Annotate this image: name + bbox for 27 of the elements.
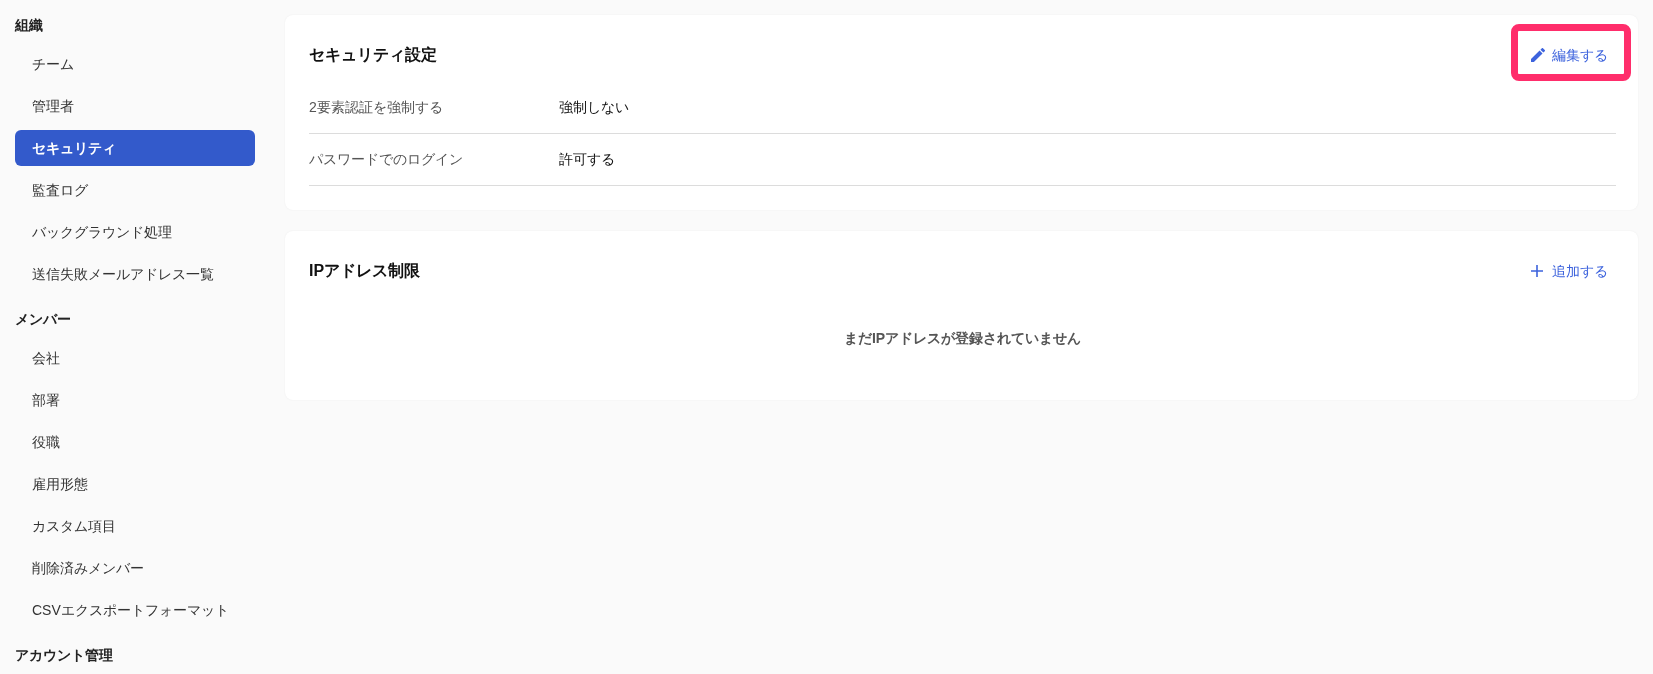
sidebar-item[interactable]: 削除済みメンバー bbox=[15, 550, 255, 586]
card-title: IPアドレス制限 bbox=[309, 261, 421, 281]
edit-button[interactable]: 編集する bbox=[1523, 39, 1616, 71]
sidebar-item[interactable]: CSVエクスポートフォーマット bbox=[15, 592, 255, 628]
sidebar-section-heading: アカウント管理 bbox=[15, 645, 113, 665]
sidebar-item[interactable]: 雇用形態 bbox=[15, 466, 255, 502]
sidebar-item[interactable]: 管理者 bbox=[15, 88, 255, 124]
sidebar-item[interactable]: セキュリティ bbox=[15, 130, 255, 166]
setting-label: 2要素認証を強制する bbox=[309, 98, 444, 117]
sidebar-item[interactable]: 部署 bbox=[15, 382, 255, 418]
card-title: セキュリティ設定 bbox=[309, 45, 437, 65]
sidebar-item[interactable]: カスタム項目 bbox=[15, 508, 255, 544]
setting-value: 許可する bbox=[559, 150, 615, 169]
plus-icon bbox=[1531, 265, 1543, 277]
empty-message: まだIPアドレスが登録されていません bbox=[843, 328, 1082, 348]
sidebar-section-heading: 組織 bbox=[15, 15, 43, 35]
sidebar-item[interactable]: バックグラウンド処理 bbox=[15, 214, 255, 250]
setting-label: パスワードでのログイン bbox=[309, 150, 464, 169]
sidebar-item[interactable]: 会社 bbox=[15, 340, 255, 376]
add-button[interactable]: 追加する bbox=[1523, 255, 1616, 287]
sidebar-item[interactable]: 送信失敗メールアドレス一覧 bbox=[15, 256, 255, 292]
sidebar-item[interactable]: 監査ログ bbox=[15, 172, 255, 208]
sidebar-item[interactable]: 役職 bbox=[15, 424, 255, 460]
sidebar-item[interactable]: チーム bbox=[15, 46, 255, 82]
sidebar-section-heading: メンバー bbox=[15, 309, 71, 329]
pencil-icon bbox=[1531, 48, 1545, 62]
setting-value: 強制しない bbox=[559, 98, 629, 117]
